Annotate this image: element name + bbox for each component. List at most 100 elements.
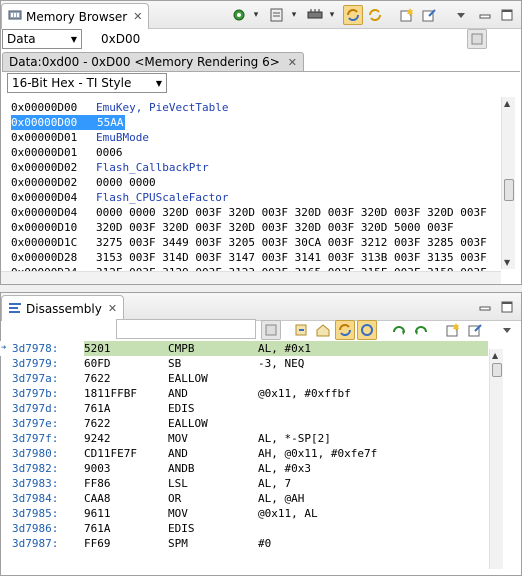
link-icon[interactable] bbox=[335, 320, 355, 340]
memory-export-icon[interactable] bbox=[267, 5, 287, 25]
scroll-up-icon[interactable]: ▲ bbox=[504, 99, 510, 108]
page-select[interactable]: Data ▼ bbox=[2, 29, 82, 49]
refresh-icon[interactable] bbox=[365, 5, 385, 25]
maximize-icon[interactable] bbox=[497, 5, 517, 25]
address-value: 0xD00 bbox=[101, 32, 141, 46]
home-icon[interactable] bbox=[313, 320, 333, 340]
operands: AL, @AH bbox=[258, 492, 305, 505]
chevron-down-icon[interactable]: ▾ bbox=[289, 5, 299, 25]
memory-row[interactable]: 0x00000D02 Flash_CallbackPtr bbox=[11, 160, 501, 175]
memory-value: 0006 bbox=[96, 146, 123, 159]
memory-import-icon[interactable] bbox=[305, 5, 325, 25]
memory-address: 0x00000D28 bbox=[11, 251, 78, 264]
chevron-down-icon[interactable]: ▾ bbox=[327, 5, 337, 25]
chevron-down-icon: ▼ bbox=[70, 35, 77, 44]
memory-row[interactable]: 0x00000D28 3153 003F 314D 003F 3147 003F … bbox=[11, 250, 501, 265]
operands bbox=[258, 401, 488, 416]
disassembly-row[interactable]: 3d7979: 60FD SB -3, NEQ bbox=[0, 356, 488, 371]
memory-vscroll[interactable]: ▲ ▼ bbox=[501, 97, 515, 269]
disassembly-address-input[interactable] bbox=[116, 319, 256, 339]
step-into-icon[interactable] bbox=[411, 320, 431, 340]
memory-address: 0x00000D00 bbox=[11, 115, 96, 130]
close-icon[interactable]: ✕ bbox=[288, 56, 297, 69]
back-icon[interactable] bbox=[291, 320, 311, 340]
memory-row[interactable]: 0x00000D00 55AA bbox=[11, 115, 501, 130]
instruction-address: 3d7979: bbox=[12, 357, 59, 370]
scroll-thumb[interactable] bbox=[492, 363, 502, 377]
instruction-address: 3d7982: bbox=[12, 462, 59, 475]
instruction-address: 3d7983: bbox=[12, 477, 59, 490]
chevron-down-icon[interactable]: ▾ bbox=[251, 5, 261, 25]
gear-icon[interactable] bbox=[229, 5, 249, 25]
go-icon[interactable] bbox=[467, 29, 487, 49]
mnemonic: EALLOW bbox=[168, 417, 208, 430]
disassembly-row[interactable]: 3d797e: 7622 EALLOW bbox=[0, 416, 488, 431]
memory-address: 0x00000D04 bbox=[11, 206, 78, 219]
memory-row[interactable]: 0x00000D10 320D 003F 320D 003F 320D 003F … bbox=[11, 220, 501, 235]
disassembly-row[interactable]: 3d7983: FF86 LSL AL, 7 bbox=[0, 476, 488, 491]
memory-hscroll[interactable] bbox=[1, 271, 501, 284]
operands: AL, #0x3 bbox=[258, 462, 311, 475]
format-select[interactable]: 16-Bit Hex - TI Style ▼ bbox=[7, 73, 167, 93]
memory-row[interactable]: 0x00000D04 Flash_CPUScaleFactor bbox=[11, 190, 501, 205]
disassembly-row[interactable]: 3d7984: CAA8 OR AL, @AH bbox=[0, 491, 488, 506]
memory-row[interactable]: 0x00000D1C 3275 003F 3449 003F 3205 003F … bbox=[11, 235, 501, 250]
memory-icon[interactable] bbox=[261, 320, 281, 340]
disassembly-tab[interactable]: Disassembly ✕ bbox=[1, 295, 125, 321]
mnemonic: EDIS bbox=[168, 522, 195, 535]
disassembly-row[interactable]: 3d7985: 9611 MOV @0x11, AL bbox=[0, 506, 488, 521]
disassembly-row[interactable]: 3d797d: 761A EDIS bbox=[0, 401, 488, 416]
refresh-icon[interactable] bbox=[357, 320, 377, 340]
new-tab-icon[interactable] bbox=[443, 320, 463, 340]
disassembly-row[interactable]: 3d797b: 1811FFBF AND @0x11, #0xffbf bbox=[0, 386, 488, 401]
disassembly-table[interactable]: ➔ 3d7978: 5201 CMPB AL, #0x1 3d7979: 60FD SB -3… bbox=[0, 341, 488, 551]
pin-icon[interactable] bbox=[419, 5, 439, 25]
memory-row[interactable]: 0x00000D01 EmuBMode bbox=[11, 130, 501, 145]
opcode: 7622 bbox=[84, 417, 111, 430]
disassembly-row[interactable]: 3d7987: FF69 SPM #0 bbox=[0, 536, 488, 551]
disassembly-row[interactable]: 3d7986: 761A EDIS bbox=[0, 521, 488, 536]
address-input[interactable]: 0xD00 bbox=[97, 29, 457, 49]
step-over-icon[interactable] bbox=[389, 320, 409, 340]
pin-icon[interactable] bbox=[465, 320, 485, 340]
scroll-down-icon[interactable]: ▼ bbox=[504, 258, 510, 267]
view-menu-icon[interactable] bbox=[497, 320, 517, 340]
close-icon[interactable]: ✕ bbox=[133, 10, 142, 23]
memory-row[interactable]: 0x00000D00 EmuKey, PieVectTable bbox=[11, 100, 501, 115]
mnemonic: AND bbox=[168, 447, 188, 460]
disassembly-row[interactable]: 3d797f: 9242 MOV AL, *-SP[2] bbox=[0, 431, 488, 446]
memory-icon bbox=[8, 8, 22, 25]
page-select-value: Data bbox=[7, 32, 36, 46]
close-icon[interactable]: ✕ bbox=[108, 302, 117, 315]
opcode: FF69 bbox=[84, 537, 111, 550]
new-tab-icon[interactable] bbox=[397, 5, 417, 25]
memory-table[interactable]: 0x00000D00 EmuKey, PieVectTable 0x00000D0… bbox=[11, 100, 501, 280]
memory-row[interactable]: 0x00000D02 0000 0000 bbox=[11, 175, 501, 190]
disassembly-tab-label: Disassembly bbox=[26, 301, 102, 316]
disassembly-vscroll[interactable]: ▲ bbox=[489, 349, 503, 569]
rendering-tab[interactable]: Data:0xd00 - 0xD00 <Memory Rendering 6> … bbox=[2, 52, 305, 71]
disassembly-row[interactable]: 3d797a: 7622 EALLOW bbox=[0, 371, 488, 386]
view-menu-icon[interactable] bbox=[451, 5, 471, 25]
mnemonic: OR bbox=[168, 492, 182, 505]
disassembly-row[interactable]: 3d7980: CD11FE7F AND AH, @0x11, #0xfe7f bbox=[0, 446, 488, 461]
disassembly-row[interactable]: ➔ 3d7978: 5201 CMPB AL, #0x1 bbox=[0, 341, 488, 356]
refresh-link-icon[interactable] bbox=[343, 5, 363, 25]
maximize-icon[interactable] bbox=[497, 297, 517, 317]
operands: AH, @0x11, #0xfe7f bbox=[258, 447, 378, 460]
memory-value: 0000 0000 bbox=[96, 176, 156, 189]
instruction-address: 3d797b: bbox=[12, 387, 59, 400]
instruction-address: 3d7980: bbox=[12, 447, 59, 460]
operands bbox=[258, 371, 488, 386]
scroll-up-icon[interactable]: ▲ bbox=[492, 351, 498, 360]
memory-value: 3275 003F 3449 003F 3205 003F 30CA 003F … bbox=[96, 236, 487, 249]
scroll-thumb[interactable] bbox=[504, 179, 514, 201]
mnemonic: MOV bbox=[168, 507, 188, 520]
memory-row[interactable]: 0x00000D04 0000 0000 320D 003F 320D 003F … bbox=[11, 205, 501, 220]
memory-row[interactable]: 0x00000D01 0006 bbox=[11, 145, 501, 160]
memory-browser-tab[interactable]: Memory Browser ✕ bbox=[1, 3, 150, 29]
operands: AL, *-SP[2] bbox=[258, 432, 331, 445]
minimize-icon[interactable] bbox=[475, 297, 495, 317]
minimize-icon[interactable] bbox=[475, 5, 495, 25]
disassembly-row[interactable]: 3d7982: 9003 ANDB AL, #0x3 bbox=[0, 461, 488, 476]
